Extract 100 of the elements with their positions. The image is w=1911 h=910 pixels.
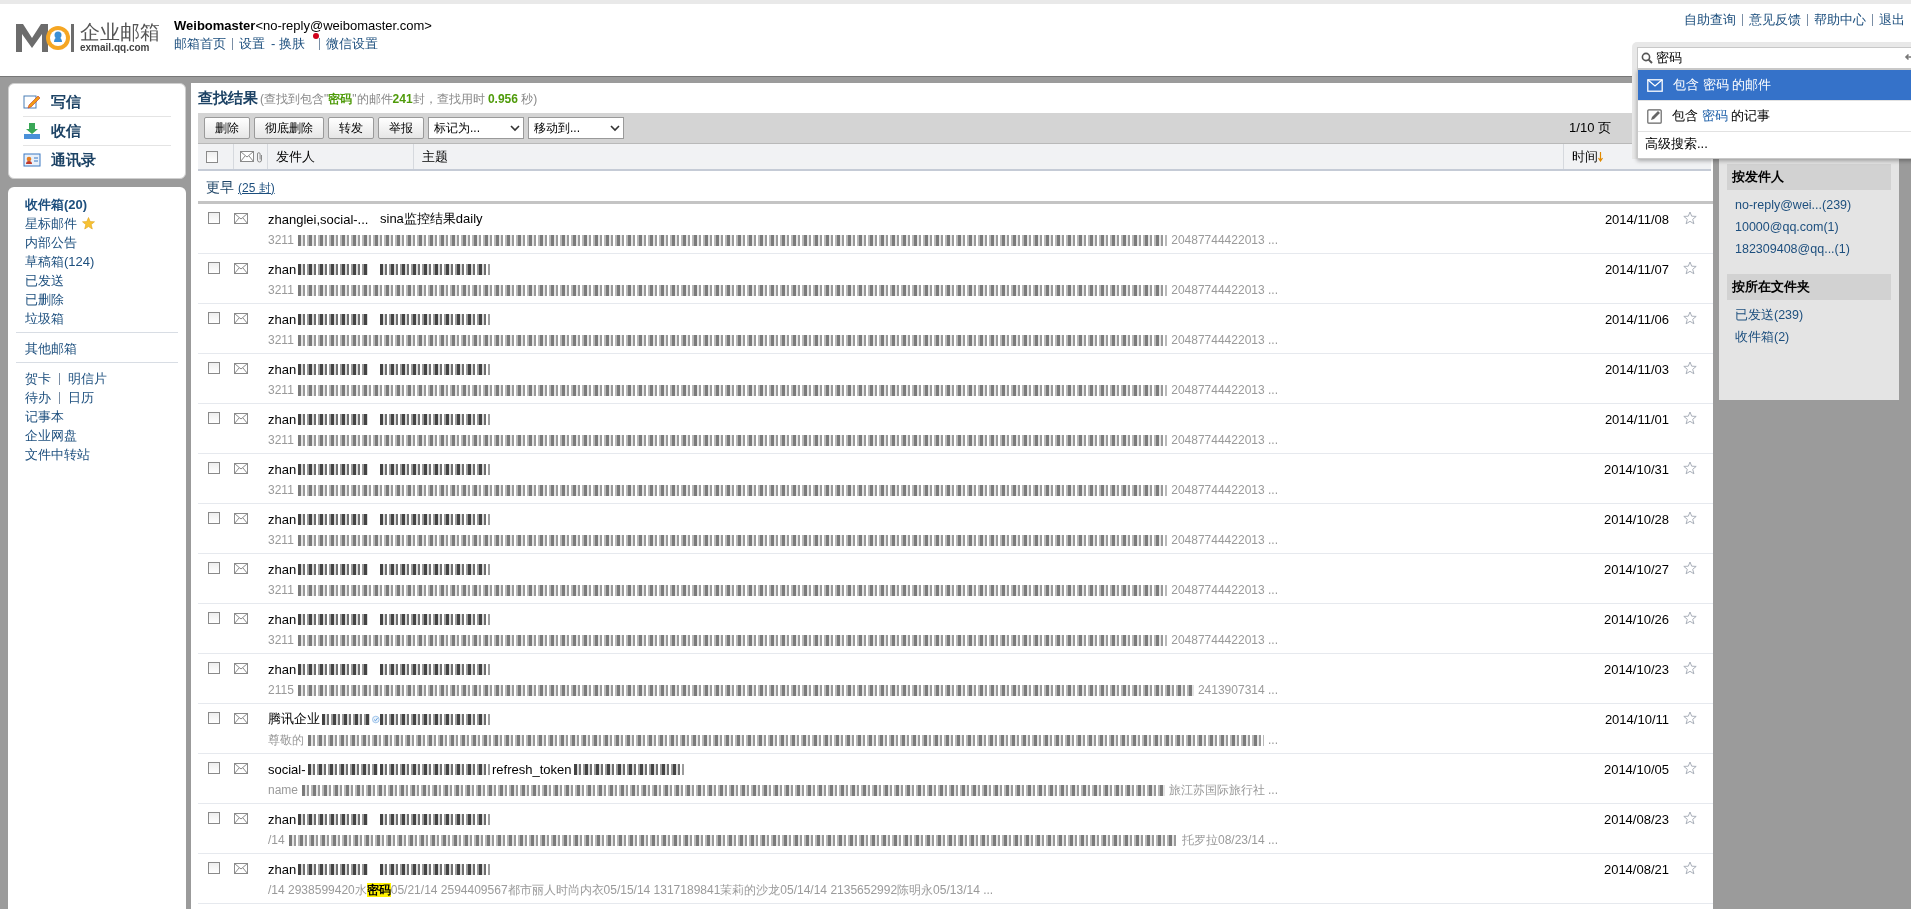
checkbox[interactable] [208, 461, 220, 474]
mail-row[interactable]: zhan 2014/10/23 2115 2413907314 ... [198, 654, 1713, 704]
sidebar-action[interactable]: 写信 [23, 88, 171, 117]
top-link[interactable]: 自助查询 [1684, 14, 1742, 26]
verified-icon [372, 713, 380, 725]
mail-row[interactable]: zhan 2014/10/28 3211 20487744422013 ... [198, 504, 1713, 554]
mail-row[interactable]: zhan 2014/10/26 3211 20487744422013 ... [198, 604, 1713, 654]
tool-link[interactable]: 明信片 [59, 372, 115, 385]
search-suggestion[interactable]: 包含 密码 的邮件 [1638, 70, 1911, 101]
sender-text: zhan [268, 861, 297, 877]
subject-text: refresh_token [492, 761, 572, 777]
tool-link[interactable]: 贺卡 [25, 372, 59, 385]
mail-row[interactable]: zhan 2014/11/01 3211 20487744422013 ... [198, 404, 1713, 454]
toolbar-button[interactable]: 转发 [328, 117, 374, 139]
pixelated-block [298, 513, 369, 525]
mail-row[interactable]: 腾讯企业 2014/10/11 尊敬的 ... [198, 704, 1713, 754]
account-name: Weibomaster [174, 18, 256, 33]
mail-row[interactable]: zhan 2014/11/07 3211 20487744422013 ... [198, 254, 1713, 304]
mail-row[interactable]: zhan 2014/11/06 3211 20487744422013 ... [198, 304, 1713, 354]
tool-link[interactable]: 记事本 [25, 410, 72, 423]
group-count-link[interactable]: (25 封) [238, 179, 275, 197]
preview-text: 2413907314 ... [1197, 683, 1278, 697]
tool-link[interactable]: 文件中转站 [25, 448, 98, 461]
checkbox[interactable] [208, 361, 220, 374]
folder-link[interactable]: 内部公告 [16, 233, 86, 252]
top-link[interactable]: 意见反馈 [1742, 14, 1807, 26]
header-link[interactable]: 邮箱首页 [174, 37, 232, 50]
checkbox[interactable] [208, 411, 220, 424]
dropdown[interactable]: 标记为... [428, 117, 524, 139]
envelope-icon [234, 812, 248, 824]
folder-link[interactable]: 收件箱(20) [16, 195, 97, 214]
brand-name: 企业邮箱 [80, 21, 160, 42]
checkbox[interactable] [208, 261, 220, 274]
checkbox[interactable] [208, 661, 220, 674]
download-icon [23, 122, 41, 140]
checkbox[interactable] [208, 711, 220, 724]
header-link[interactable]: 微信设置 [319, 37, 385, 50]
folder-link[interactable]: 已发送 [16, 271, 73, 290]
checkbox[interactable] [208, 611, 220, 624]
mail-date: 2014/11/06 [1603, 311, 1670, 327]
dropdown[interactable]: 移动到... [528, 117, 624, 139]
tool-link[interactable]: 待办 [25, 391, 59, 404]
search-suggestion[interactable]: 包含 密码 的记事 [1638, 101, 1911, 132]
action-label: 写信 [51, 92, 81, 112]
sidebar-action[interactable]: 收信 [23, 117, 171, 146]
toolbar-button[interactable]: 举报 [378, 117, 424, 139]
mail-row[interactable]: zhanglei,social-... sina监控结果daily 2014/11/08 3211 20487744422013 ... [198, 204, 1713, 254]
checkbox[interactable] [208, 561, 220, 574]
column-header[interactable]: 发件人 [276, 147, 315, 166]
tool-link[interactable]: 日历 [59, 391, 102, 404]
preview-text: 3211 [268, 233, 294, 247]
filter-link[interactable]: 已发送(239) [1727, 304, 1804, 326]
header-link[interactable]: 换肤 [279, 37, 320, 50]
top-link[interactable]: 帮助中心 [1807, 14, 1872, 26]
checkbox[interactable] [208, 211, 220, 224]
header-link[interactable]: 设置 [232, 37, 271, 50]
sidebar-action[interactable]: 通讯录 [23, 146, 171, 174]
top-link[interactable]: 退出 [1872, 14, 1911, 26]
compose-icon [23, 93, 41, 111]
sender-text: zhan [268, 611, 297, 627]
mail-row[interactable]: zhan 2014/10/27 3211 20487744422013 ... [198, 554, 1713, 604]
pixelated-block [298, 313, 369, 325]
folder-link[interactable]: 星标邮件 [25, 214, 77, 233]
envelope-icon [234, 562, 248, 574]
folder-link[interactable]: 其他邮箱 [16, 339, 86, 358]
column-header[interactable]: 主题 [422, 147, 448, 166]
toolbar-button[interactable]: 彻底删除 [254, 117, 324, 139]
star-icon [1683, 760, 1697, 775]
mail-row[interactable]: zhan 2014/08/23 /14 托罗拉08/23/14 ... [198, 804, 1713, 854]
envelope-icon [240, 151, 254, 162]
preview-text: 3211 [268, 433, 294, 447]
mail-row[interactable]: zhan 2014/10/31 3211 20487744422013 ... [198, 454, 1713, 504]
action-label: 通讯录 [51, 150, 96, 170]
filter-link[interactable]: 收件箱(2) [1727, 326, 1790, 348]
checkbox[interactable] [208, 811, 220, 824]
folder-link[interactable]: 草稿箱(124) [16, 252, 104, 271]
filter-link[interactable]: 182309408@qq...(1) [1727, 238, 1850, 260]
column-header[interactable]: 时间 [1572, 147, 1598, 166]
sender-text: social- [268, 761, 306, 777]
advanced-search-link[interactable]: 高级搜索... [1638, 132, 1708, 158]
results-summary: (查找到包含"密码"的邮件241封，查找用时 0.956 秒) [260, 91, 538, 108]
envelope-icon [234, 612, 248, 624]
mail-row[interactable]: zhan 2014/11/03 3211 20487744422013 ... [198, 354, 1713, 404]
folder-link[interactable]: 垃圾箱 [16, 309, 73, 328]
tool-link[interactable]: 企业网盘 [25, 429, 85, 442]
preview-text: 尊敬的 [268, 731, 304, 749]
preview-text: 20487744422013 ... [1171, 633, 1278, 647]
folder-link[interactable]: 已删除 [16, 290, 73, 309]
checkbox[interactable] [208, 511, 220, 524]
checkbox[interactable] [206, 150, 218, 163]
envelope-icon [234, 662, 248, 674]
checkbox[interactable] [208, 311, 220, 324]
mail-row[interactable]: social- refresh_token 2014/10/05 name 旅江苏国际旅行社 ... [198, 754, 1713, 804]
toolbar-button[interactable]: 删除 [204, 117, 250, 139]
checkbox[interactable] [208, 861, 220, 874]
preview-text: 3211 [268, 333, 294, 347]
filter-link[interactable]: 10000@qq.com(1) [1727, 216, 1839, 238]
search-field[interactable]: 密码 [1637, 47, 1911, 69]
checkbox[interactable] [208, 761, 220, 774]
filter-link[interactable]: no-reply@wei...(239) [1727, 194, 1852, 216]
